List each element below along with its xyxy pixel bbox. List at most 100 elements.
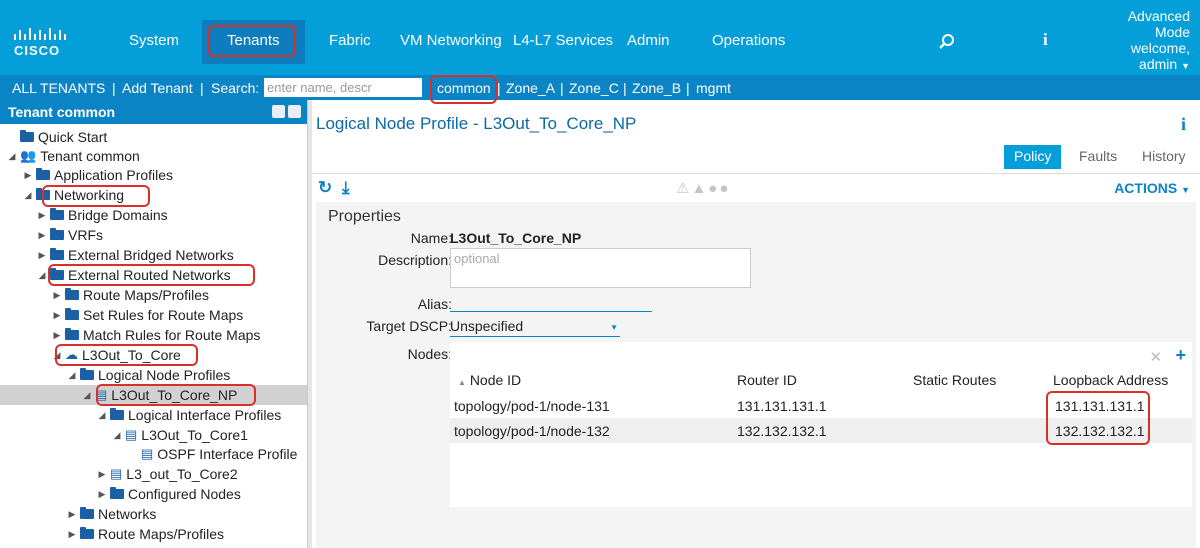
target-dscp-select[interactable]: Unspecified ▼ bbox=[450, 316, 620, 337]
expanded-arrow-icon: ◢ bbox=[68, 369, 76, 380]
user-name-text: admin bbox=[1139, 56, 1178, 72]
separator: | bbox=[686, 80, 690, 96]
folder-icon bbox=[50, 248, 64, 260]
content-toolbar: ↻ ⤓ ⚠▲●● ACTIONS ▼ bbox=[312, 173, 1200, 201]
tree-item-match-rules[interactable]: ▶ Match Rules for Route Maps bbox=[51, 325, 261, 345]
fault-status-icons: ⚠▲●● bbox=[676, 180, 731, 197]
tree-item-label: Logical Node Profiles bbox=[98, 367, 231, 383]
expanded-arrow-icon: ◢ bbox=[8, 150, 16, 161]
tenant-search-input[interactable] bbox=[264, 78, 422, 97]
all-tenants-link[interactable]: ALL TENANTS bbox=[12, 80, 105, 96]
tab-faults[interactable]: Faults bbox=[1069, 145, 1127, 169]
collapsed-arrow-icon: ▶ bbox=[53, 309, 61, 320]
tree-item-networks[interactable]: ▶ Networks bbox=[66, 504, 157, 524]
tree-item-l3-out-to-core2[interactable]: ▶ ▤ L3_out_To_Core2 bbox=[96, 464, 238, 484]
nav-system[interactable]: System bbox=[129, 32, 179, 49]
collapsed-arrow-icon: ▶ bbox=[53, 329, 61, 340]
description-label: Description: bbox=[378, 252, 452, 268]
tree-item-label: Application Profiles bbox=[54, 167, 174, 183]
tree-item-external-bridged-networks[interactable]: ▶ External Bridged Networks bbox=[36, 245, 234, 265]
folder-icon bbox=[80, 507, 94, 519]
add-icon[interactable]: + bbox=[1175, 345, 1186, 366]
add-tenant-link[interactable]: Add Tenant bbox=[122, 80, 193, 96]
tree-header: Tenant common bbox=[0, 100, 307, 124]
description-field[interactable]: optional bbox=[450, 248, 751, 288]
search-icon[interactable] bbox=[938, 33, 956, 51]
collapsed-arrow-icon: ▶ bbox=[24, 169, 32, 180]
download-icon[interactable]: ⤓ bbox=[342, 178, 350, 198]
tree-item-bridge-domains[interactable]: ▶ Bridge Domains bbox=[36, 205, 168, 225]
user-name[interactable]: admin ▼ bbox=[1128, 56, 1190, 74]
nav-operations[interactable]: Operations bbox=[712, 32, 785, 49]
tenant-sub-navigation: ALL TENANTS | Add Tenant | Search: commo… bbox=[0, 75, 1200, 100]
separator: | bbox=[200, 80, 204, 96]
delete-icon[interactable]: ✕ bbox=[1149, 348, 1162, 366]
tree-item-vrfs[interactable]: ▶ VRFs bbox=[36, 225, 103, 245]
tree-item-configured-nodes[interactable]: ▶ Configured Nodes bbox=[96, 484, 241, 504]
tree-item-label: Route Maps/Profiles bbox=[98, 526, 225, 542]
tree-item-l3out-to-core1[interactable]: ◢ ▤ L3Out_To_Core1 bbox=[111, 425, 248, 445]
tree-item-route-maps-profiles[interactable]: ▶ Route Maps/Profiles bbox=[51, 285, 210, 305]
tree-item-logical-interface-profiles[interactable]: ◢ Logical Interface Profiles bbox=[96, 405, 282, 425]
tree-item-quick-start[interactable]: Quick Start bbox=[6, 127, 107, 147]
tree-item-route-maps-profiles-2[interactable]: ▶ Route Maps/Profiles bbox=[66, 524, 225, 544]
folder-icon bbox=[65, 328, 79, 340]
nav-vm-networking[interactable]: VM Networking bbox=[400, 32, 502, 49]
alias-field[interactable] bbox=[450, 294, 652, 312]
sort-ascending-icon: ▲ bbox=[458, 378, 466, 387]
separator: | bbox=[560, 80, 564, 96]
cell-router-id: 132.132.132.1 bbox=[737, 423, 827, 439]
tab-history[interactable]: History bbox=[1132, 145, 1196, 169]
actions-menu[interactable]: ACTIONS ▼ bbox=[1114, 180, 1190, 196]
expanded-arrow-icon: ◢ bbox=[98, 409, 106, 420]
caret-down-icon: ▼ bbox=[1181, 61, 1190, 71]
cell-node-id: topology/pod-1/node-132 bbox=[454, 423, 610, 439]
expanded-arrow-icon: ◢ bbox=[113, 429, 121, 440]
cell-node-id: topology/pod-1/node-131 bbox=[454, 398, 610, 414]
refresh-icon[interactable]: ↻ bbox=[318, 178, 332, 198]
document-icon: ▤ bbox=[125, 427, 138, 442]
separator: | bbox=[112, 80, 116, 96]
advanced-mode-label: Advanced Mode bbox=[1127, 8, 1190, 40]
refresh-icon[interactable] bbox=[288, 105, 301, 118]
tree-item-application-profiles[interactable]: ▶ Application Profiles bbox=[22, 165, 174, 185]
highlight-external-routed-networks bbox=[48, 264, 255, 286]
folder-icon bbox=[65, 308, 79, 320]
tree-item-label: L3_out_To_Core2 bbox=[126, 466, 238, 482]
folder-icon bbox=[20, 130, 34, 142]
tree-item-tenant-common[interactable]: ◢ 👥 Tenant common bbox=[6, 146, 140, 166]
collapse-icon[interactable] bbox=[272, 105, 285, 118]
nav-l4-l7-services[interactable]: L4-L7 Services bbox=[513, 32, 613, 49]
info-icon[interactable]: i bbox=[1181, 114, 1186, 135]
search-label: Search: bbox=[211, 80, 260, 96]
tree-item-logical-node-profiles[interactable]: ◢ Logical Node Profiles bbox=[66, 365, 231, 385]
tenant-link-zone-a[interactable]: Zone_A bbox=[506, 80, 555, 96]
caret-down-icon: ▼ bbox=[1181, 185, 1190, 195]
tree-item-ospf-interface-profile[interactable]: ▤ OSPF Interface Profile bbox=[127, 444, 297, 464]
column-header-loopback-address[interactable]: Loopback Address bbox=[1053, 372, 1168, 388]
cell-router-id: 131.131.131.1 bbox=[737, 398, 827, 414]
tree-item-set-rules[interactable]: ▶ Set Rules for Route Maps bbox=[51, 305, 244, 325]
info-icon[interactable]: i bbox=[1043, 30, 1048, 50]
navigation-tree-panel: Tenant common Quick Start ◢ 👥 Tenant commo… bbox=[0, 100, 308, 548]
user-menu[interactable]: Advanced Mode welcome, admin ▼ bbox=[1128, 8, 1190, 74]
collapsed-arrow-icon: ▶ bbox=[38, 209, 46, 220]
column-header-router-id[interactable]: Router ID bbox=[737, 372, 797, 388]
tree-item-label: Route Maps/Profiles bbox=[83, 287, 210, 303]
nav-admin[interactable]: Admin bbox=[627, 32, 670, 49]
tenant-link-zone-b[interactable]: Zone_B bbox=[632, 80, 681, 96]
column-header-node-id[interactable]: ▲ Node ID bbox=[458, 372, 521, 388]
tenant-link-zone-c[interactable]: Zone_C bbox=[569, 80, 619, 96]
tab-policy[interactable]: Policy bbox=[1004, 145, 1062, 169]
nodes-label: Nodes: bbox=[407, 346, 452, 362]
tree-item-label: Networks bbox=[98, 506, 157, 522]
nav-fabric[interactable]: Fabric bbox=[329, 32, 371, 49]
highlight-l3out-to-core-np bbox=[96, 384, 256, 406]
column-header-static-routes[interactable]: Static Routes bbox=[913, 372, 996, 388]
welcome-label: welcome, bbox=[1130, 40, 1190, 56]
collapsed-arrow-icon: ▶ bbox=[98, 468, 106, 479]
tree-item-label: L3Out_To_Core1 bbox=[141, 427, 248, 443]
tenant-link-mgmt[interactable]: mgmt bbox=[696, 80, 731, 96]
document-icon: ▤ bbox=[141, 446, 154, 461]
collapsed-arrow-icon: ▶ bbox=[98, 488, 106, 499]
